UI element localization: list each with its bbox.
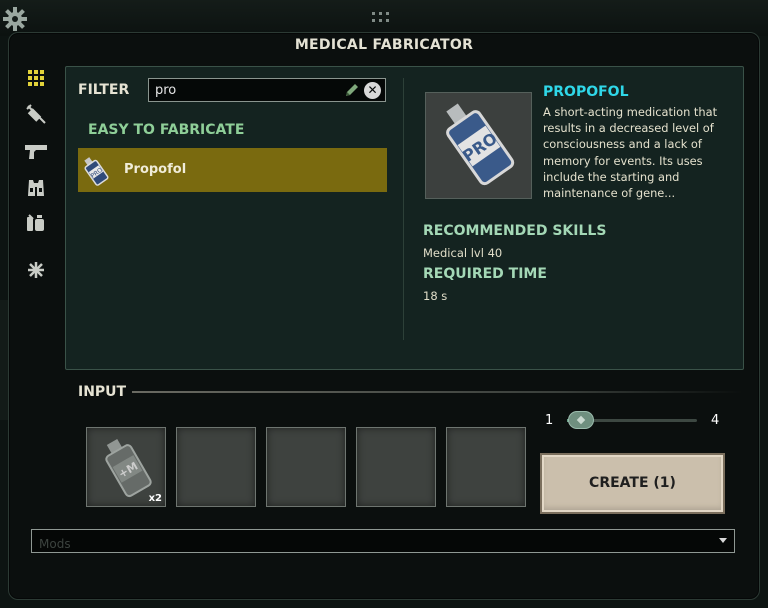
- drag-handle-icon[interactable]: [372, 10, 394, 26]
- grid-icon: [28, 70, 44, 86]
- recommended-skills-value: Medical lvl 40: [423, 246, 503, 260]
- item-name: PROPOFOL: [543, 84, 629, 100]
- input-slot-1[interactable]: +M x2: [86, 427, 166, 507]
- chemicals-icon: [27, 214, 44, 231]
- gear-icon[interactable]: [2, 6, 28, 32]
- tab-weapons[interactable]: [22, 138, 50, 166]
- tab-chemicals[interactable]: [22, 210, 50, 238]
- recommended-skills-heading: RECOMMENDED SKILLS: [423, 223, 607, 239]
- pencil-icon[interactable]: [344, 82, 360, 98]
- tab-medical[interactable]: [22, 100, 50, 128]
- panel-divider: [403, 78, 404, 340]
- propofol-vial-icon: PRO: [80, 153, 114, 187]
- section-title-easy: EASY TO FABRICATE: [88, 122, 245, 138]
- chevron-down-icon: [719, 538, 727, 543]
- tab-misc[interactable]: [22, 256, 50, 284]
- armor-vest-icon: [28, 180, 44, 196]
- tab-all[interactable]: [22, 64, 50, 92]
- mods-placeholder: Mods: [39, 537, 71, 551]
- quantity-max-label: 4: [711, 413, 720, 428]
- quantity-slider-thumb[interactable]: [568, 411, 594, 429]
- recipe-item-label: Propofol: [124, 162, 187, 177]
- window-title: MEDICAL FABRICATOR: [294, 37, 474, 53]
- input-divider: [132, 391, 742, 393]
- filter-input[interactable]: [155, 81, 335, 99]
- required-time-value: 18 s: [423, 289, 448, 303]
- input-slot-4[interactable]: [356, 427, 436, 507]
- item-description: A short-acting medication that results i…: [543, 105, 718, 201]
- asterisk-icon: [28, 262, 44, 278]
- pistol-icon: [25, 145, 47, 159]
- slot-count: x2: [148, 493, 162, 504]
- input-slot-5[interactable]: [446, 427, 526, 507]
- item-preview-image: PRO: [425, 92, 532, 199]
- filter-field: ✕: [148, 78, 386, 102]
- recipe-item-propofol[interactable]: PRO Propofol: [78, 148, 387, 192]
- filter-label: FILTER: [78, 82, 130, 98]
- quantity-min-label: 1: [545, 413, 554, 428]
- create-button[interactable]: CREATE (1): [540, 453, 725, 514]
- clear-filter-button[interactable]: ✕: [364, 82, 381, 99]
- input-label: INPUT: [78, 384, 127, 400]
- required-time-heading: REQUIRED TIME: [423, 266, 547, 282]
- syringe-icon: [26, 104, 46, 124]
- close-icon: ✕: [367, 83, 378, 97]
- input-slot-2[interactable]: [176, 427, 256, 507]
- mods-dropdown[interactable]: Mods: [31, 529, 735, 553]
- input-slot-3[interactable]: [266, 427, 346, 507]
- tab-armor[interactable]: [22, 174, 50, 202]
